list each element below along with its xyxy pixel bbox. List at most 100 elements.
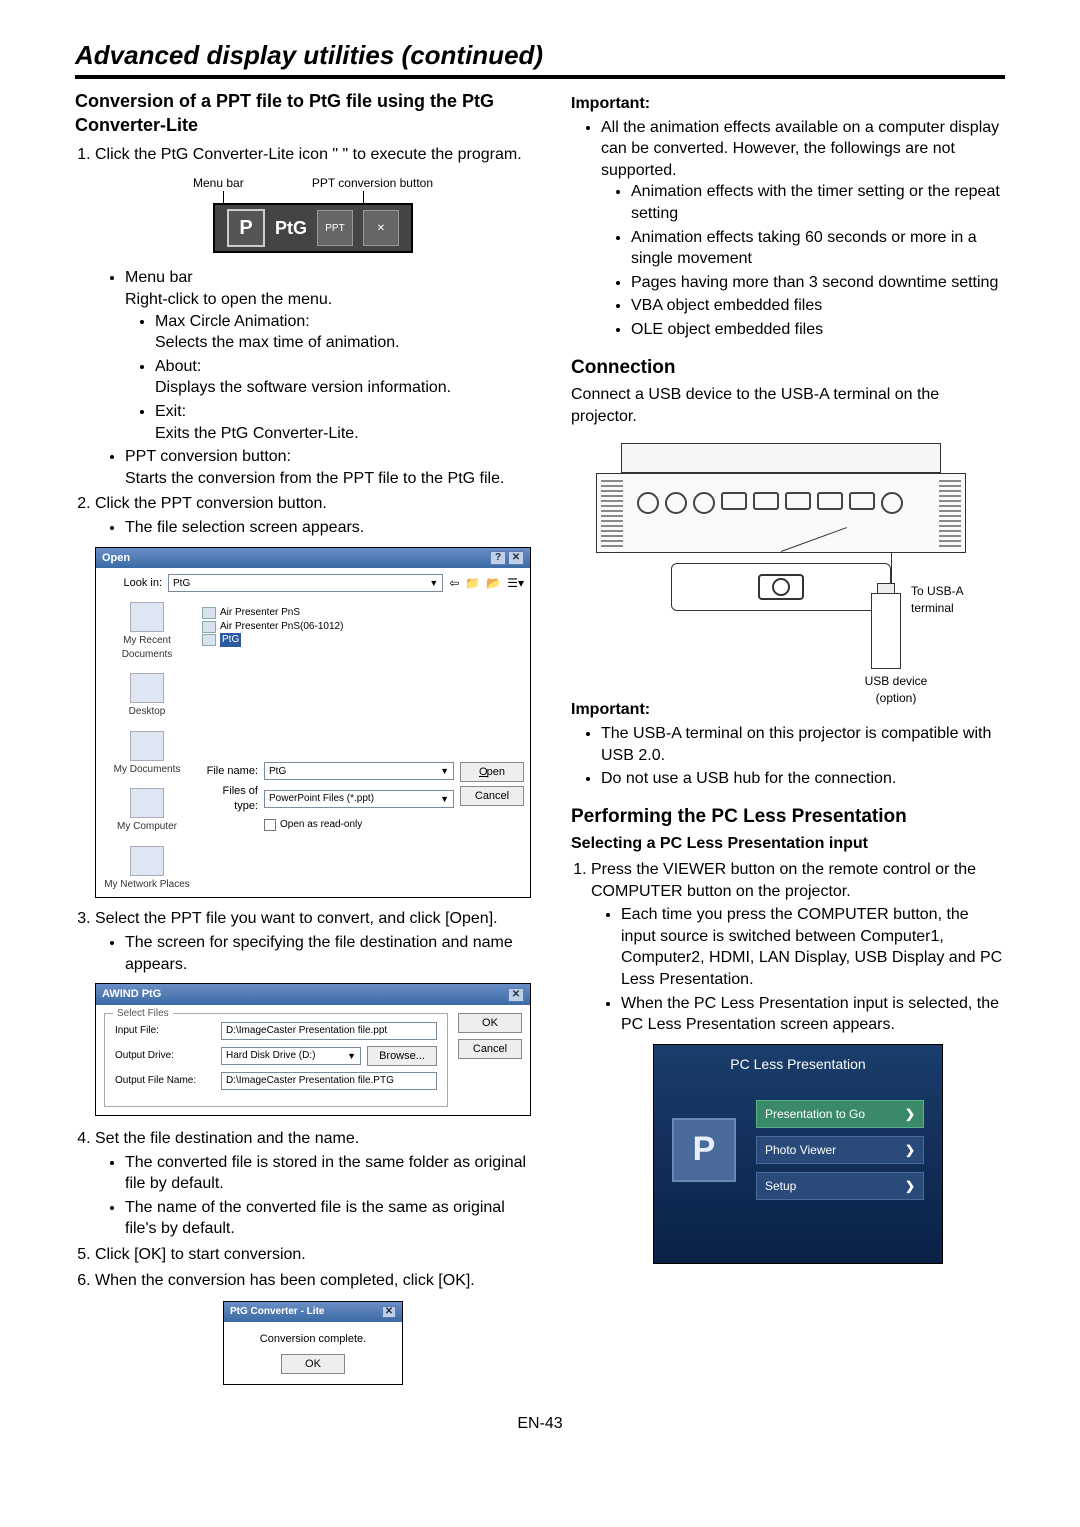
menu-item-max-circle: Max Circle Animation: Selects the max ti… [155,311,531,354]
important-intro: All the animation effects available on a… [601,117,1005,341]
important-item: Do not use a USB hub for the connection. [601,768,1005,790]
label-menu-bar: Menu bar [193,175,244,191]
chevron-right-icon: ❯ [905,1106,915,1122]
label-ppt-button: PPT conversion button [312,175,433,191]
right-column: Important: All the animation effects ava… [571,89,1005,1395]
done-message: Conversion complete. [234,1332,392,1347]
open-dialog: Open ? ✕ Look in: PtG▼ [95,547,531,899]
left-column: Conversion of a PPT file to PtG file usi… [75,89,531,1395]
close-icon[interactable]: ✕ [508,551,524,565]
pcless-heading: Performing the PC Less Presentation [571,804,1005,830]
views-icon[interactable]: ☰▾ [507,575,524,591]
places-bar: My Recent Documents Desktop My Documents… [102,602,192,891]
step-4-text: Set the file destination and the name. [95,1130,359,1147]
ok-button[interactable]: OK [281,1354,345,1374]
ptg-logo-icon: P [227,209,265,247]
step-2: Click the PPT conversion button. The fil… [95,493,531,898]
select-files-group: Select Files Input File: D:\ImageCaster … [104,1013,448,1107]
ptg-logo-icon: P [672,1118,736,1182]
pcless-sub: When the PC Less Presentation input is s… [621,993,1005,1036]
cancel-button[interactable]: Cancel [458,1039,522,1059]
close-button[interactable]: ✕ [363,210,399,246]
ppt-convert-button[interactable]: PPT [317,210,353,246]
menu-item-presentation[interactable]: Presentation to Go❯ [756,1100,924,1128]
pcless-screen: PC Less Presentation P Presentation to G… [653,1044,943,1264]
open-button[interactable]: Open [460,762,524,782]
connection-text: Connect a USB device to the USB-A termin… [571,384,1005,427]
menu-item-setup[interactable]: Setup❯ [756,1172,924,1200]
page-title: Advanced display utilities (continued) [75,40,1005,79]
cancel-button[interactable]: Cancel [460,786,524,806]
unsupported-item: VBA object embedded files [631,295,1005,317]
pcless-subheading: Selecting a PC Less Presentation input [571,833,1005,855]
awind-title: AWIND PtG [102,987,161,1002]
close-icon[interactable]: ✕ [382,1306,396,1318]
label-usb-device: USB device (option) [851,673,941,705]
menu-item-photoviewer[interactable]: Photo Viewer❯ [756,1136,924,1164]
place-recent[interactable]: My Recent Documents [102,602,192,661]
filename-input[interactable]: PtG▼ [264,762,454,780]
conversion-complete-dialog: PtG Converter - Lite ✕ Conversion comple… [223,1301,403,1385]
input-file-label: Input File: [115,1024,215,1038]
output-drive-combo[interactable]: Hard Disk Drive (D:)▼ [221,1047,361,1065]
output-name-label: Output File Name: [115,1074,215,1088]
lookin-combo[interactable]: PtG▼ [168,574,443,592]
unsupported-item: Animation effects with the timer setting… [631,181,1005,224]
step-6-text: When the conversion has been completed, … [95,1272,475,1289]
input-file-field[interactable]: D:\ImageCaster Presentation file.ppt [221,1022,437,1040]
pcless-step-1: Press the VIEWER button on the remote co… [591,859,1005,1264]
lens-icon [758,574,804,600]
output-name-field[interactable]: D:\ImageCaster Presentation file.PTG [221,1072,437,1090]
connection-heading: Connection [571,355,1005,381]
legend: Select Files [113,1007,173,1021]
filetype-combo[interactable]: PowerPoint Files (*.ppt)▼ [264,790,454,808]
close-icon[interactable]: ✕ [508,988,524,1002]
ok-button[interactable]: OK [458,1013,522,1033]
step-3-text: Select the PPT file you want to convert,… [95,910,498,927]
place-mydocs[interactable]: My Documents [114,731,181,777]
step-4-sub: The name of the converted file is the sa… [125,1197,531,1240]
help-icon[interactable]: ? [490,551,506,565]
menu-bar-desc: Right-click to open the menu. [125,291,332,308]
readonly-checkbox[interactable] [264,819,276,831]
step-6: When the conversion has been completed, … [95,1270,531,1386]
unsupported-item: Pages having more than 3 second downtime… [631,272,1005,294]
file-list[interactable]: Air Presenter PnS Air Presenter PnS(06-1… [198,602,524,762]
important-label: Important: [571,93,1005,115]
menu-item-exit: Exit: Exits the PtG Converter-Lite. [155,401,531,444]
section-heading-conversion: Conversion of a PPT file to PtG file usi… [75,89,531,138]
browse-button[interactable]: Browse... [367,1046,437,1066]
usb-device-icon [871,593,901,669]
file-item[interactable]: Air Presenter PnS [202,606,520,620]
readonly-label: Open as read-only [280,818,362,832]
important-item: The USB-A terminal on this projector is … [601,723,1005,766]
page-number: EN-43 [75,1415,1005,1433]
projector-figure: To USB-A terminal USB device (option) [571,433,1005,693]
step-2-text: Click the PPT conversion button. [95,495,327,512]
done-title: PtG Converter - Lite [230,1305,324,1319]
step-4-sub: The converted file is stored in the same… [125,1152,531,1195]
label-usba: To USB-A terminal [911,583,1005,615]
step-1: Click the PtG Converter-Lite icon " " to… [95,144,531,490]
file-item[interactable]: PtG [202,633,520,647]
output-drive-label: Output Drive: [115,1049,215,1063]
up-icon[interactable]: 📁 [465,575,480,591]
file-item[interactable]: Air Presenter PnS(06-1012) [202,620,520,634]
pcless-sub: Each time you press the COMPUTER button,… [621,904,1005,990]
filetype-label: Files of type: [198,784,258,814]
step-4: Set the file destination and the name. T… [95,1128,531,1240]
place-mycomputer[interactable]: My Computer [117,788,177,834]
step-2-sub: The file selection screen appears. [125,517,531,539]
newfolder-icon[interactable]: 📂 [486,575,501,591]
step-5: Click [OK] to start conversion. [95,1244,531,1266]
ppt-badge: PPT [325,222,344,236]
back-icon[interactable]: ⇦ [449,575,459,591]
menu-item-about: About: Displays the software version inf… [155,356,531,399]
open-dialog-title: Open [102,551,130,566]
menu-bar-title: Menu bar [125,269,193,286]
step-1-text: Click the PtG Converter-Lite icon " " to… [95,146,522,163]
unsupported-item: OLE object embedded files [631,319,1005,341]
place-desktop[interactable]: Desktop [129,673,166,719]
unsupported-item: Animation effects taking 60 seconds or m… [631,227,1005,270]
place-network[interactable]: My Network Places [104,846,190,892]
